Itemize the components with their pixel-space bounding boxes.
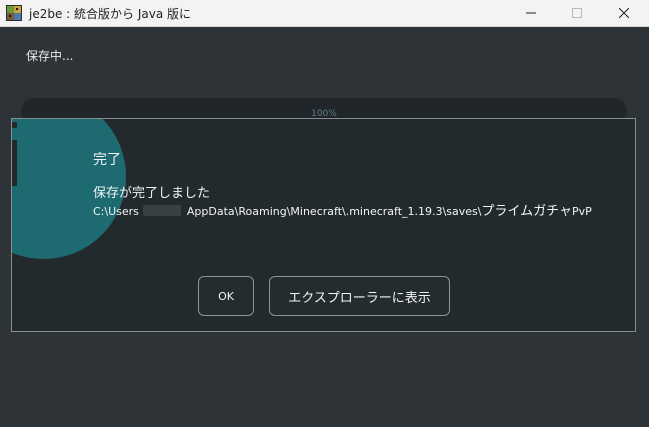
title-bar[interactable]: je2be : 統合版から Java 版に [0, 0, 649, 27]
ok-button[interactable]: OK [198, 276, 254, 316]
minimize-button[interactable] [508, 0, 554, 26]
close-button[interactable] [601, 0, 647, 26]
completion-dialog: 完了 保存が完了しました C:\Users AppData\Roaming\Min… [11, 118, 636, 332]
saved-path: C:\Users AppData\Roaming\Minecraft\.minec… [93, 200, 592, 219]
path-suffix: AppData\Roaming\Minecraft\.minecraft_1.1… [186, 205, 482, 218]
redacted-username [142, 205, 181, 216]
saving-status-label: 保存中... [26, 49, 74, 63]
world-suffix: PvP [572, 205, 592, 218]
show-in-explorer-button[interactable]: エクスプローラーに表示 [269, 276, 450, 316]
close-icon [619, 8, 629, 18]
info-glyph [12, 122, 17, 186]
window-title: je2be : 統合版から Java 版に [29, 7, 192, 21]
path-prefix: C:\Users [93, 205, 139, 218]
maximize-icon [572, 8, 582, 18]
world-name: プライムガチャ [481, 204, 573, 219]
dialog-title: 完了 [93, 152, 121, 168]
minimize-icon [526, 12, 536, 14]
je2be-app-icon [6, 5, 22, 21]
app-window: je2be : 統合版から Java 版に 保存中... 100% 完了 保存が… [0, 0, 649, 427]
maximize-button[interactable] [554, 0, 600, 26]
dialog-message: 保存が完了しました [93, 186, 211, 201]
